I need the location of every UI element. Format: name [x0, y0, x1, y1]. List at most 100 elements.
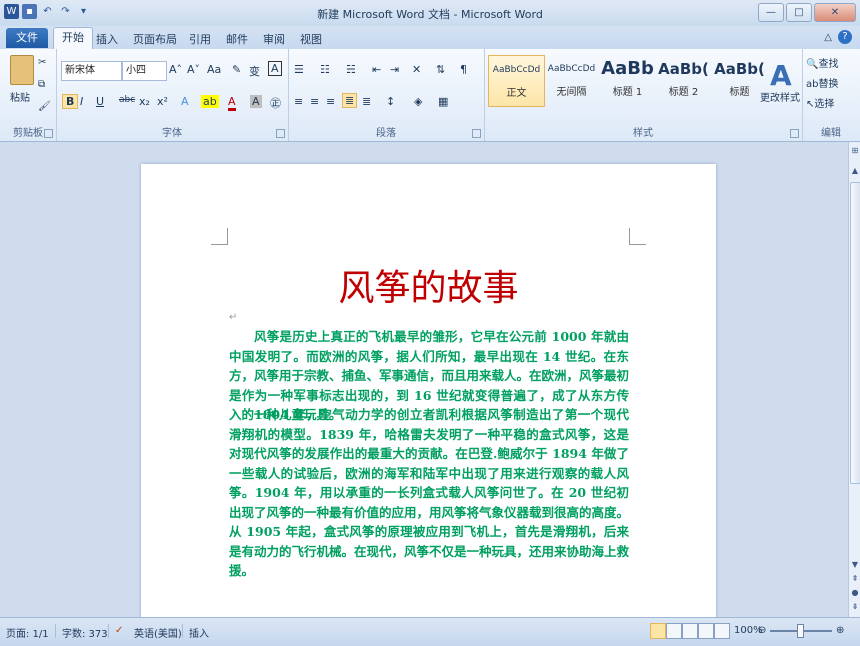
multilevel-list-icon[interactable]: ☵: [346, 63, 356, 76]
character-shading-button[interactable]: A: [250, 95, 262, 108]
tab-page-layout[interactable]: 页面布局: [133, 31, 177, 47]
bold-button[interactable]: B: [62, 94, 79, 109]
tab-file[interactable]: 文件: [6, 28, 48, 48]
word-count[interactable]: 字数: 373: [62, 625, 108, 640]
font-name-input[interactable]: 新宋体: [61, 61, 122, 81]
vertical-scrollbar[interactable]: ⊞ ▲ ▼ ⇞ ● ⇟: [848, 142, 860, 617]
web-layout-view-icon[interactable]: [682, 623, 698, 639]
zoom-out-icon[interactable]: ⊖: [758, 625, 766, 636]
find-button[interactable]: 🔍查找: [806, 55, 838, 70]
distributed-icon[interactable]: ≣: [362, 95, 371, 108]
select-button[interactable]: ↖选择: [806, 95, 834, 110]
paragraph-launcher-icon[interactable]: [472, 129, 481, 138]
select-browse-object-icon[interactable]: ●: [849, 588, 860, 597]
help-area: △ ?: [824, 30, 852, 44]
full-screen-view-icon[interactable]: [666, 623, 682, 639]
italic-button[interactable]: I: [80, 95, 83, 108]
scroll-thumb[interactable]: [850, 182, 860, 484]
print-layout-view-icon[interactable]: [650, 623, 666, 639]
language-status[interactable]: 英语(美国): [134, 625, 182, 640]
increase-indent-icon[interactable]: ⇥: [390, 63, 399, 76]
change-styles-icon[interactable]: A: [770, 59, 792, 92]
help-icon[interactable]: ?: [838, 30, 852, 44]
tab-review[interactable]: 审阅: [263, 31, 285, 47]
justify-icon[interactable]: ≣: [342, 93, 358, 108]
style-normal[interactable]: AaBbCcDd 正文: [488, 55, 545, 107]
change-styles-button[interactable]: 更改样式: [760, 89, 800, 104]
minimize-icon[interactable]: —: [758, 3, 784, 22]
enclose-characters-icon[interactable]: ㊣: [270, 95, 281, 111]
styles-label: 样式: [633, 128, 653, 139]
underline-button[interactable]: U: [96, 95, 104, 108]
character-border-button[interactable]: A: [268, 61, 282, 76]
zoom-slider-thumb[interactable]: [797, 624, 804, 638]
sort-icon[interactable]: ⇅: [436, 63, 445, 76]
clear-format-icon[interactable]: ✎: [232, 63, 241, 76]
style-title-name: 标题: [729, 87, 750, 98]
page-count[interactable]: 页面: 1/1: [6, 625, 49, 640]
zoom-in-icon[interactable]: ⊕: [836, 625, 844, 636]
format-painter-icon[interactable]: 🖌: [38, 101, 51, 112]
shading-icon[interactable]: ◈: [414, 95, 422, 108]
font-launcher-icon[interactable]: [276, 129, 285, 138]
tab-mailings[interactable]: 邮件: [226, 31, 248, 47]
font-color-button[interactable]: A: [228, 95, 236, 111]
show-marks-icon[interactable]: ¶: [460, 63, 467, 76]
document-page[interactable]: 风筝的故事 ↵ 风筝是历史上真正的飞机最早的雏形，它早在公元前 1000 年就由…: [141, 164, 716, 617]
style-title[interactable]: AaBb( 标题: [712, 55, 767, 105]
draft-view-icon[interactable]: [714, 623, 730, 639]
style-heading-2[interactable]: AaBb( 标题 2: [656, 55, 711, 105]
grow-font-button[interactable]: A˄: [169, 63, 182, 76]
shrink-font-button[interactable]: A˅: [187, 63, 200, 76]
previous-page-icon[interactable]: ⇞: [849, 574, 860, 583]
align-right-icon[interactable]: ≡: [326, 95, 335, 108]
window-controls: — □ ✕: [758, 3, 856, 22]
close-icon[interactable]: ✕: [814, 3, 856, 22]
change-case-button[interactable]: Aa: [207, 63, 221, 76]
tab-view[interactable]: 视图: [300, 31, 322, 47]
subscript-button[interactable]: x₂: [139, 95, 150, 108]
paste-button[interactable]: 粘贴: [10, 89, 30, 104]
paragraph-group: ☰ ☷ ☵ ⇤ ⇥ ✕ ⇅ ¶ ≡ ≡ ≡ ≣ ≣ ↕ ◈ ▦ 段落: [288, 49, 485, 141]
next-page-icon[interactable]: ⇟: [849, 602, 860, 611]
align-left-icon[interactable]: ≡: [294, 95, 303, 108]
tab-insert[interactable]: 插入: [96, 31, 118, 47]
numbering-icon[interactable]: ☷: [320, 63, 330, 76]
replace-button[interactable]: ab替换: [806, 75, 838, 90]
line-spacing-icon[interactable]: ↕: [386, 95, 395, 108]
editing-group: 🔍查找 ab替换 ↖选择 编辑: [802, 49, 860, 141]
document-title[interactable]: 风筝的故事: [141, 259, 716, 311]
scroll-down-icon[interactable]: ▼: [849, 560, 860, 569]
superscript-button[interactable]: x²: [157, 95, 168, 108]
title-bar: W ▪ ↶ ↷ ▾ 新建 Microsoft Word 文档 - Microso…: [0, 0, 860, 26]
decrease-indent-icon[interactable]: ⇤: [372, 63, 381, 76]
collapse-ribbon-icon[interactable]: △: [824, 32, 832, 43]
paste-icon[interactable]: [10, 55, 34, 85]
highlight-icon[interactable]: ab: [201, 95, 219, 108]
maximize-icon[interactable]: □: [786, 3, 812, 22]
font-size-input[interactable]: 小四: [122, 61, 167, 81]
style-no-spacing[interactable]: AaBbCcDd 无间隔: [544, 55, 599, 105]
tab-home[interactable]: 开始: [53, 27, 93, 50]
tab-references[interactable]: 引用: [189, 31, 211, 47]
style-normal-name: 正文: [506, 88, 527, 99]
cut-icon[interactable]: ✂: [38, 57, 46, 68]
copy-icon[interactable]: ⧉: [38, 79, 45, 90]
clipboard-launcher-icon[interactable]: [44, 129, 53, 138]
align-center-icon[interactable]: ≡: [310, 95, 319, 108]
text-effects-button[interactable]: A: [181, 95, 189, 108]
strikethrough-button[interactable]: abc: [119, 95, 135, 105]
bullets-icon[interactable]: ☰: [294, 63, 304, 76]
insert-mode-status[interactable]: 插入: [189, 625, 209, 640]
ruler-toggle-icon[interactable]: ⊞: [849, 146, 860, 155]
ribbon: 粘贴 ✂ ⧉ 🖌 剪贴板 新宋体 小四 A˄ A˅ Aa ✎ 变 A B I U…: [0, 49, 860, 142]
proofing-icon[interactable]: ✓: [115, 625, 123, 636]
scroll-up-icon[interactable]: ▲: [849, 166, 860, 175]
document-paragraph-2[interactable]: 1804 年，空气动力学的创立者凯利根据风筝制造出了第一个现代滑翔机的模型。18…: [229, 405, 629, 581]
asian-layout-icon[interactable]: ✕: [412, 63, 421, 76]
borders-icon[interactable]: ▦: [438, 95, 448, 108]
styles-launcher-icon[interactable]: [790, 129, 799, 138]
outline-view-icon[interactable]: [698, 623, 714, 639]
phonetic-guide-button[interactable]: 变: [249, 63, 260, 79]
style-heading-1[interactable]: AaBb 标题 1: [600, 55, 655, 105]
